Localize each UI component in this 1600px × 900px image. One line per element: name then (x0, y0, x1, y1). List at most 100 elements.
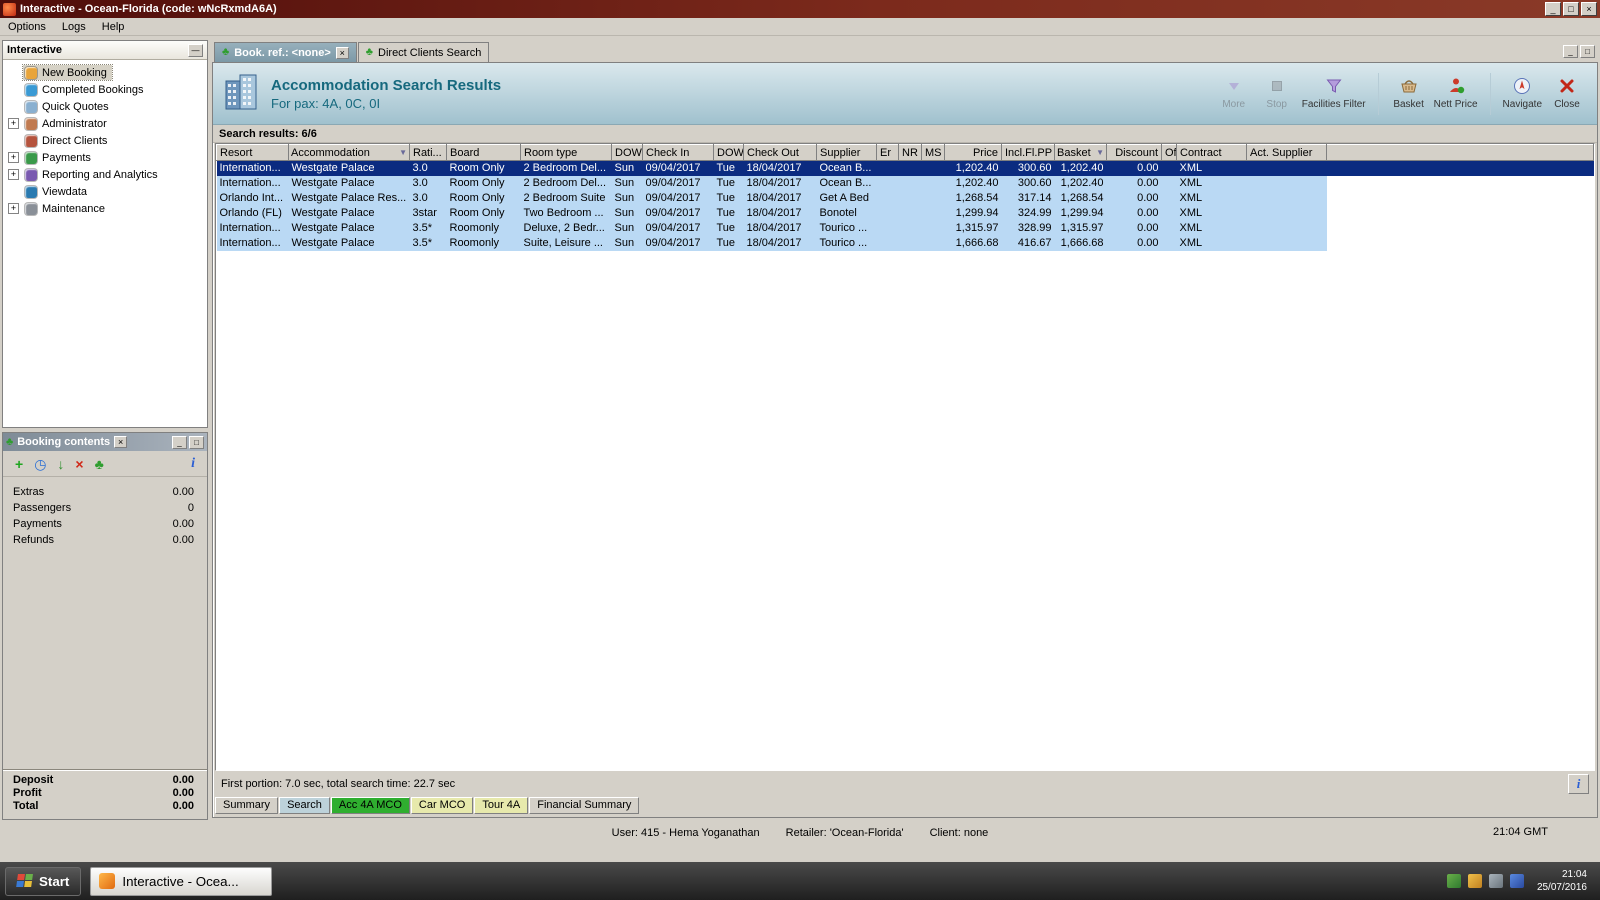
stop-button[interactable]: Stop (1259, 77, 1295, 110)
booking-row-label: Refunds (13, 534, 54, 546)
col-act-supplier[interactable]: Act. Supplier (1246, 144, 1327, 161)
move-to-basket-icon[interactable]: ↓ (57, 456, 64, 472)
expander-icon[interactable]: + (8, 169, 19, 180)
booking-contents-close-button[interactable]: × (114, 436, 128, 448)
result-row[interactable]: Internation... Westgate Palace 3.0 Room … (216, 160, 1594, 176)
taskbar-task-interactive[interactable]: Interactive - Ocea... (90, 866, 273, 896)
sidebar-item[interactable]: + Direct Clients (3, 132, 207, 149)
column-sort-icon[interactable]: ▼ (1096, 148, 1104, 157)
close-button[interactable]: × (1581, 2, 1597, 16)
booking-contents-row[interactable]: Extras 0.00 (3, 484, 207, 500)
tab-close-icon[interactable]: × (335, 46, 349, 59)
tray-alert-icon[interactable] (1467, 874, 1482, 888)
info-icon[interactable]: i (191, 456, 195, 472)
col-supplier[interactable]: Supplier (816, 144, 877, 161)
cell-of (1161, 220, 1177, 236)
bottom-tab[interactable]: Tour 4A (474, 797, 529, 814)
expander-icon[interactable]: + (8, 152, 19, 163)
delete-item-icon[interactable]: × (75, 456, 83, 472)
col-accommodation[interactable]: Accommodation ▼ (288, 144, 410, 161)
result-row[interactable]: Orlando (FL) Westgate Palace 3star Room … (216, 205, 1594, 221)
tray-volume-icon[interactable] (1509, 874, 1524, 888)
sidebar-item[interactable]: + Administrator (3, 115, 207, 132)
menu-options[interactable]: Options (0, 19, 54, 35)
sidebar-item[interactable]: + New Booking (3, 64, 207, 81)
results-summary: Search results: 6/6 (213, 125, 1597, 143)
tab-direct-clients-search[interactable]: ♣ Direct Clients Search (357, 42, 490, 62)
clock-icon[interactable]: ◷ (34, 456, 46, 472)
add-item-icon[interactable]: + (15, 456, 23, 472)
tray-clock[interactable]: 21:04 25/07/2016 (1537, 868, 1587, 894)
nett-price-button[interactable]: Nett Price (1434, 77, 1478, 110)
minimize-button[interactable]: _ (1545, 2, 1561, 16)
column-filter-icon[interactable]: ▼ (399, 148, 407, 157)
col-er[interactable]: Er (876, 144, 899, 161)
tray-display-icon[interactable] (1488, 874, 1503, 888)
document-tabbar: ♣ Book. ref.: <none> × ♣ Direct Clients … (212, 40, 1598, 62)
bottom-tab[interactable]: Car MCO (410, 797, 474, 814)
booking-contents-minimize-button[interactable]: _ (172, 435, 187, 449)
col-contract[interactable]: Contract (1176, 144, 1247, 161)
bottom-tab[interactable]: Search (279, 797, 330, 814)
result-row[interactable]: Internation... Westgate Palace 3.5* Room… (216, 235, 1594, 251)
windows-flag-icon (16, 874, 34, 888)
sidebar-item[interactable]: + Payments (3, 149, 207, 166)
start-button[interactable]: Start (5, 866, 82, 896)
basket-button[interactable]: Basket (1391, 77, 1427, 110)
cell-check-out: 18/04/2017 (743, 235, 817, 251)
col-of[interactable]: Of (1161, 144, 1177, 161)
col-check-out[interactable]: Check Out (743, 144, 817, 161)
booking-contents-row[interactable]: Refunds 0.00 (3, 532, 207, 548)
col-dow-out[interactable]: DOW (713, 144, 744, 161)
col-ms[interactable]: MS (921, 144, 945, 161)
col-dow-in[interactable]: DOW (611, 144, 643, 161)
close-search-button[interactable]: Close (1549, 77, 1585, 110)
booking-contents-maximize-button[interactable]: □ (189, 435, 204, 449)
more-button[interactable]: More (1216, 77, 1252, 110)
tab-book-ref[interactable]: ♣ Book. ref.: <none> × (214, 42, 357, 62)
col-basket[interactable]: Basket ▼ (1054, 144, 1107, 161)
booking-contents-row[interactable]: Passengers 0 (3, 500, 207, 516)
cell-room-type: 2 Bedroom Suite (520, 190, 612, 206)
col-rating[interactable]: Rati... (409, 144, 447, 161)
palm-tool-icon[interactable]: ♣ (95, 456, 104, 472)
collapse-panel-button[interactable]: — (188, 43, 203, 57)
cell-rating: 3.5* (409, 235, 447, 251)
sidebar-item[interactable]: + Completed Bookings (3, 81, 207, 98)
document-restore-button[interactable]: □ (1580, 45, 1595, 58)
bottom-tab[interactable]: Financial Summary (529, 797, 640, 814)
maximize-button[interactable]: □ (1563, 2, 1579, 16)
col-incl-fl-pp[interactable]: Incl.Fl.PP (1001, 144, 1055, 161)
menu-logs[interactable]: Logs (54, 19, 94, 35)
col-check-in[interactable]: Check In (642, 144, 714, 161)
col-resort[interactable]: Resort (216, 144, 289, 161)
result-row[interactable]: Orlando Int... Westgate Palace Res... 3.… (216, 190, 1594, 206)
expander-icon[interactable]: + (8, 203, 19, 214)
facilities-filter-button[interactable]: Facilities Filter (1302, 77, 1366, 110)
sidebar-item[interactable]: + Viewdata (3, 183, 207, 200)
expander-icon[interactable]: + (8, 118, 19, 129)
document-minimize-button[interactable]: _ (1563, 45, 1578, 58)
col-basket-label: Basket (1057, 146, 1091, 159)
col-discount[interactable]: Discount (1106, 144, 1162, 161)
col-price[interactable]: Price (944, 144, 1002, 161)
menu-help[interactable]: Help (94, 19, 133, 35)
navigate-button[interactable]: Navigate (1503, 77, 1542, 110)
cell-of (1161, 160, 1177, 176)
sidebar-item[interactable]: + Maintenance (3, 200, 207, 217)
sidebar-item[interactable]: + Reporting and Analytics (3, 166, 207, 183)
interactive-panel-title: Interactive (7, 44, 63, 56)
cell-supplier: Tourico ... (816, 220, 877, 236)
result-row[interactable]: Internation... Westgate Palace 3.0 Room … (216, 175, 1594, 191)
col-board[interactable]: Board (446, 144, 521, 161)
booking-row-value: 0.00 (172, 518, 194, 530)
col-nr[interactable]: NR (898, 144, 922, 161)
bottom-tab[interactable]: Acc 4A MCO (330, 797, 410, 814)
sidebar-item[interactable]: + Quick Quotes (3, 98, 207, 115)
result-row[interactable]: Internation... Westgate Palace 3.5* Room… (216, 220, 1594, 236)
tray-update-icon[interactable] (1446, 874, 1461, 888)
col-room-type[interactable]: Room type (520, 144, 612, 161)
booking-contents-row[interactable]: Payments 0.00 (3, 516, 207, 532)
info-button[interactable]: i (1568, 774, 1589, 794)
bottom-tab[interactable]: Summary (215, 797, 279, 814)
